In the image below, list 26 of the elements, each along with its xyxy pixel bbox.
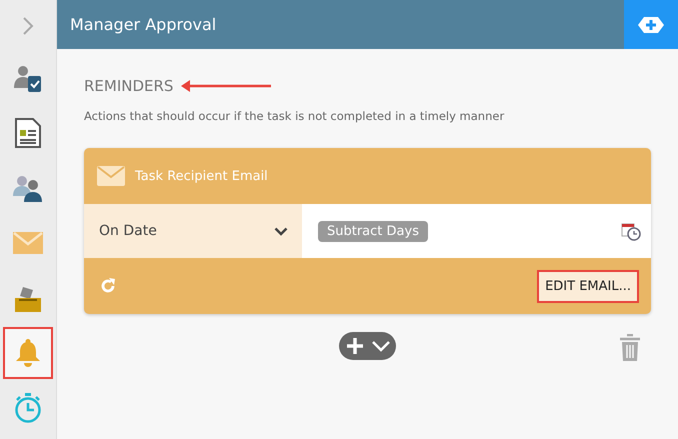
chevron-down-icon xyxy=(274,226,288,236)
users-icon xyxy=(13,174,43,202)
plus-icon xyxy=(345,336,365,356)
chevron-right-icon xyxy=(22,16,34,36)
section-title: REMINDERS xyxy=(84,77,174,95)
trigger-dropdown[interactable]: On Date xyxy=(84,204,302,258)
user-clipboard-icon xyxy=(14,64,42,92)
plus-icon xyxy=(638,16,664,32)
sidebar-item[interactable] xyxy=(3,327,53,379)
add-split-button[interactable] xyxy=(339,332,396,360)
add-button[interactable] xyxy=(624,0,678,49)
document-icon xyxy=(15,118,41,148)
bell-icon xyxy=(15,339,41,367)
envelope-icon xyxy=(13,232,43,254)
refresh-icon[interactable] xyxy=(99,277,117,295)
header-title: Manager Approval xyxy=(69,15,216,34)
calendar-clock-icon xyxy=(621,221,641,241)
envelope-icon xyxy=(97,166,125,186)
tag: Subtract Days xyxy=(318,220,428,242)
stopwatch-icon xyxy=(14,393,42,423)
reminder-title: Task Recipient Email xyxy=(135,168,268,184)
ballot-box-icon xyxy=(15,284,41,312)
edit-email-button[interactable]: EDIT EMAIL... xyxy=(537,270,639,302)
chevron-down-icon xyxy=(371,340,391,352)
trash-icon[interactable] xyxy=(619,334,641,362)
section-description: Actions that should occur if the task is not completed in a timely manner xyxy=(84,109,506,123)
